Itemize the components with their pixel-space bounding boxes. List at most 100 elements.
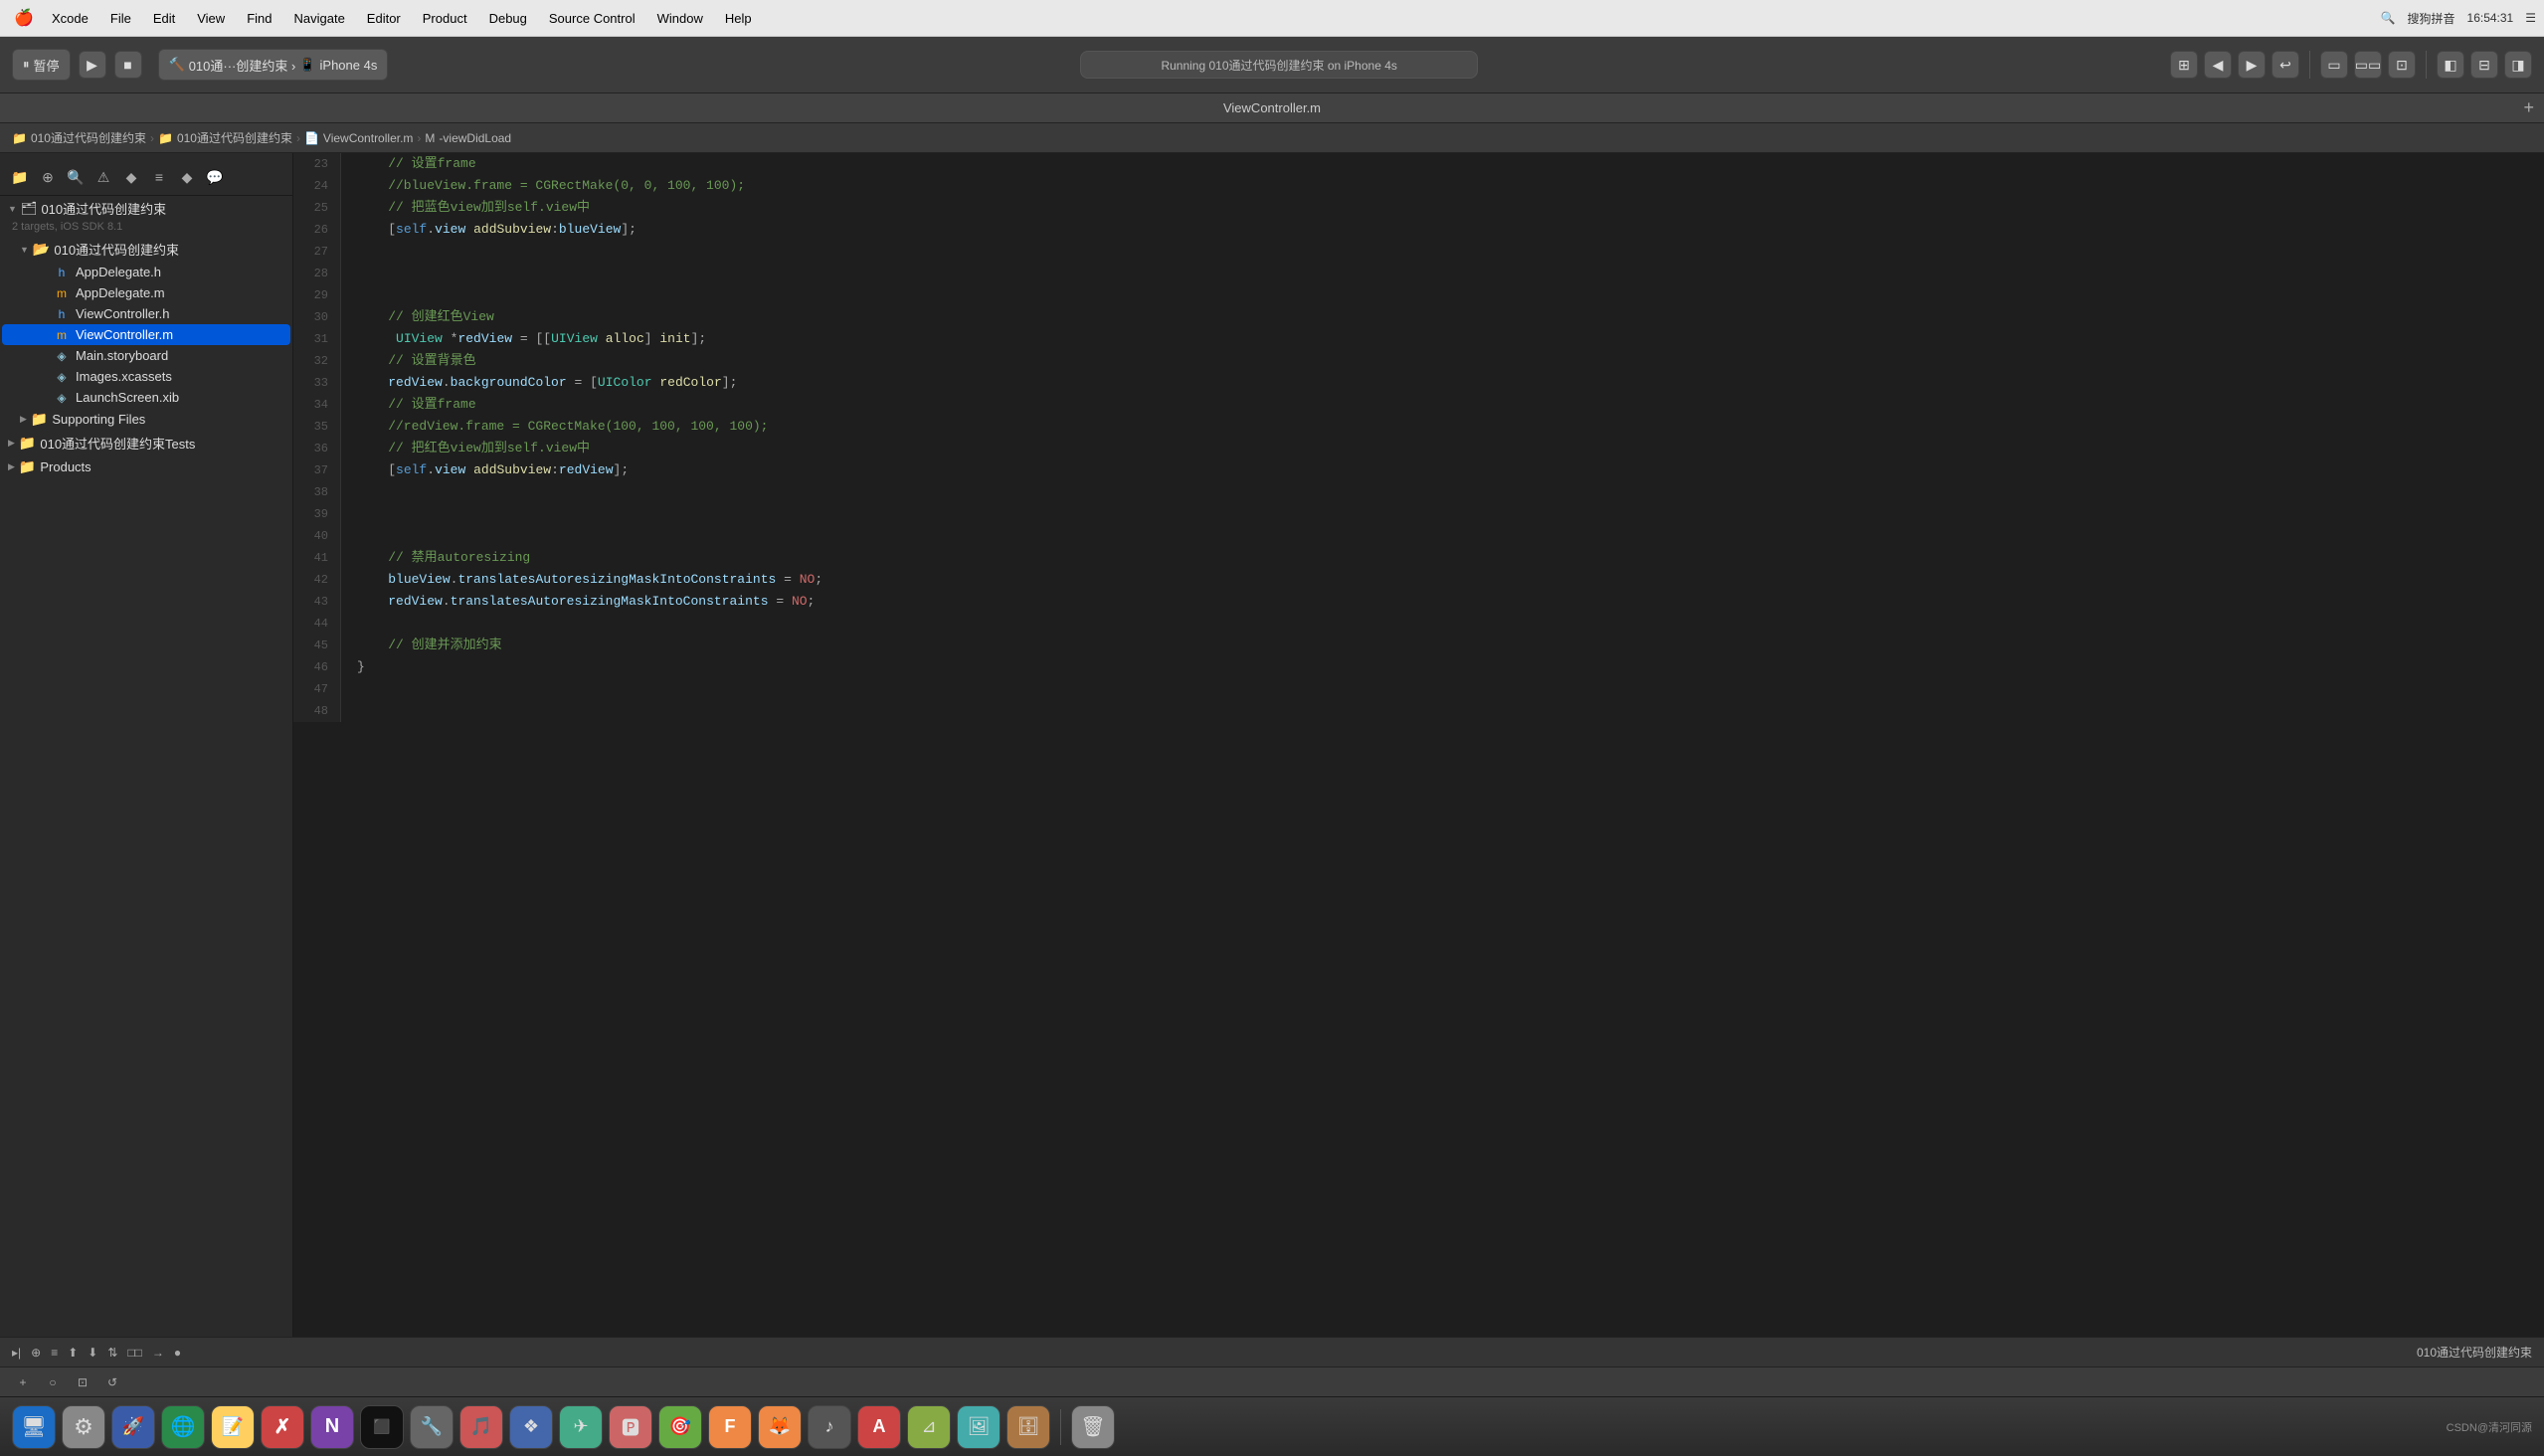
dock-preview[interactable]: 🖼 — [957, 1405, 1000, 1449]
dock-app3[interactable]: 🅿 — [609, 1405, 652, 1449]
sidebar-group-supporting[interactable]: ▶ 📁 Supporting Files — [0, 408, 292, 431]
breadcrumb-item-1[interactable]: 📁 010通过代码创建约束 — [158, 129, 292, 146]
build-stop-button[interactable]: ■ — [114, 51, 142, 79]
menu-help[interactable]: Help — [715, 7, 762, 30]
dock-app5[interactable]: 🦊 — [758, 1405, 802, 1449]
main-group-label: 010通过代码创建约束 — [54, 240, 179, 259]
split-editor-icon[interactable]: ▭▭ — [2354, 51, 2382, 79]
menu-source-control[interactable]: Source Control — [539, 7, 645, 30]
add-file-button[interactable]: + — [12, 1371, 34, 1393]
dock-tools[interactable]: 🔧 — [410, 1405, 454, 1449]
menu-edit[interactable]: Edit — [143, 7, 185, 30]
sidebar-item-launchscreen-xib[interactable]: ◈ LaunchScreen.xib — [2, 387, 290, 408]
code-editor[interactable]: 23 // 设置frame 24 //blueView.frame = CGRe… — [293, 153, 2544, 1337]
sidebar-source-icon[interactable]: ⊕ — [36, 165, 60, 189]
debug-layout-btn[interactable]: □□ — [127, 1346, 142, 1360]
scheme-selector[interactable]: 🔨 010通···创建约束 › 📱 iPhone 4s — [158, 49, 389, 81]
debug-toggle-icon[interactable]: ⊟ — [2470, 51, 2498, 79]
sidebar-test-icon[interactable]: ◆ — [119, 165, 143, 189]
dock-finder[interactable]: 🖥 — [12, 1405, 56, 1449]
menu-xcode[interactable]: Xcode — [42, 7, 98, 30]
breadcrumb-item-3[interactable]: M -viewDidLoad — [425, 131, 511, 145]
menu-window[interactable]: Window — [647, 7, 713, 30]
breadcrumb-item-0[interactable]: 📁 010通过代码创建约束 — [12, 129, 146, 146]
sidebar-navigator-icon[interactable]: 📁 — [8, 165, 32, 189]
apple-menu[interactable]: 🍎 — [8, 8, 40, 28]
dock-app4[interactable]: 🎯 — [658, 1405, 702, 1449]
sidebar-item-appdelegate-m[interactable]: m AppDelegate.m — [2, 282, 290, 303]
menu-bar: 🍎 Xcode File Edit View Find Navigate Edi… — [0, 0, 2544, 37]
sidebar-item-appdelegate-h[interactable]: h AppDelegate.h — [2, 262, 290, 282]
sidebar-project-root[interactable]: ▼ 🗂 010通过代码创建约束 — [0, 196, 292, 221]
dock-app8[interactable]: ⊿ — [907, 1405, 951, 1449]
menu-product[interactable]: Product — [413, 7, 477, 30]
line-content-33: redView.backgroundColor = [UIColor redCo… — [341, 372, 2544, 394]
breadcrumb-item-2[interactable]: 📄 ViewController.m — [304, 131, 413, 145]
dock-xcodeext[interactable]: ✗ — [261, 1405, 304, 1449]
sidebar-breakpoint-icon[interactable]: ◆ — [175, 165, 199, 189]
dock-music[interactable]: 🎵 — [459, 1405, 503, 1449]
line-content-41: // 禁用autoresizing — [341, 547, 2544, 569]
sidebar-group-main[interactable]: ▼ 📂 010通过代码创建约束 — [0, 237, 292, 262]
dock-onenote[interactable]: N — [310, 1405, 354, 1449]
single-editor-icon[interactable]: ▭ — [2320, 51, 2348, 79]
dock-trash[interactable]: 🗑 — [1071, 1405, 1115, 1449]
dock-app1[interactable]: ❖ — [509, 1405, 553, 1449]
code-line-27: 27 — [293, 241, 2544, 263]
line-num-41: 41 — [293, 547, 341, 569]
menu-file[interactable]: File — [100, 7, 141, 30]
file-name-appdelegate-h: AppDelegate.h — [76, 265, 282, 279]
sidebar-group-tests[interactable]: ▶ 📁 010通过代码创建约束Tests — [0, 431, 292, 455]
sidebar-item-main-storyboard[interactable]: ◈ Main.storyboard — [2, 345, 290, 366]
debug-list-btn[interactable]: ≡ — [51, 1346, 58, 1360]
history-button[interactable]: ○ — [42, 1371, 64, 1393]
dock-terminal[interactable]: ⬛ — [360, 1405, 404, 1449]
dock-safari[interactable]: 🌐 — [161, 1405, 205, 1449]
sidebar-report-icon[interactable]: 💬 — [203, 165, 227, 189]
version-editor-icon[interactable]: ⊡ — [2388, 51, 2416, 79]
debug-step-out-btn[interactable]: ⇅ — [107, 1346, 117, 1360]
nav-forward-icon[interactable]: ▶ — [2238, 51, 2266, 79]
menu-navigate[interactable]: Navigate — [283, 7, 354, 30]
sidebar-debug-icon[interactable]: ≡ — [147, 165, 171, 189]
refresh-button[interactable]: ↺ — [101, 1371, 123, 1393]
menu-view[interactable]: View — [187, 7, 235, 30]
debug-continue-btn[interactable]: ▸| — [12, 1346, 21, 1360]
run-button[interactable]: ▶ — [79, 51, 106, 79]
layout-grid-icon[interactable]: ⊞ — [2170, 51, 2198, 79]
active-tab-title[interactable]: ViewController.m — [1223, 100, 1321, 115]
debug-record-btn[interactable]: ● — [174, 1346, 181, 1360]
dock-app6[interactable]: ♪ — [808, 1405, 851, 1449]
filter-button[interactable]: ⊡ — [72, 1371, 93, 1393]
sidebar-warning-icon[interactable]: ⚠ — [91, 165, 115, 189]
nav-home-icon[interactable]: ↩ — [2271, 51, 2299, 79]
dock-notes[interactable]: 📝 — [211, 1405, 255, 1449]
stop-button[interactable]: ⏸ 暂停 — [12, 49, 71, 81]
dock-filezilla[interactable]: F — [708, 1405, 752, 1449]
sidebar-item-viewcontroller-h[interactable]: h ViewController.h — [2, 303, 290, 324]
sidebar-search-icon[interactable]: 🔍 — [64, 165, 88, 189]
menu-icon[interactable]: ☰ — [2525, 11, 2536, 25]
dock-sysprefs[interactable]: ⚙ — [62, 1405, 105, 1449]
dock-app9[interactable]: 🗄 — [1006, 1405, 1050, 1449]
nav-back-icon[interactable]: ◀ — [2204, 51, 2232, 79]
sidebar-item-viewcontroller-m[interactable]: m ViewController.m — [2, 324, 290, 345]
dock-app2[interactable]: ✈ — [559, 1405, 603, 1449]
inspector-toggle-icon[interactable]: ◨ — [2504, 51, 2532, 79]
menu-find[interactable]: Find — [237, 7, 281, 30]
code-line-35: 35 //redView.frame = CGRectMake(100, 100… — [293, 416, 2544, 438]
debug-step-into-btn[interactable]: ⬇ — [88, 1346, 97, 1360]
sidebar-group-products[interactable]: ▶ 📁 Products — [0, 455, 292, 478]
menu-editor[interactable]: Editor — [357, 7, 411, 30]
add-tab-button[interactable]: + — [2523, 97, 2534, 118]
navigator-toggle-icon[interactable]: ◧ — [2437, 51, 2464, 79]
debug-location-btn[interactable]: → — [152, 1346, 164, 1360]
dock-app7[interactable]: A — [857, 1405, 901, 1449]
dock-launchpad[interactable]: 🚀 — [111, 1405, 155, 1449]
debug-step-over-btn[interactable]: ⬆ — [68, 1346, 78, 1360]
input-method-icon[interactable]: 🔍 — [2381, 11, 2396, 25]
menu-debug[interactable]: Debug — [479, 7, 537, 30]
debug-add-btn[interactable]: ⊕ — [31, 1346, 41, 1360]
breadcrumb: 📁 010通过代码创建约束 › 📁 010通过代码创建约束 › 📄 ViewCo… — [0, 123, 2544, 153]
sidebar-item-images-xcassets[interactable]: ◈ Images.xcassets — [2, 366, 290, 387]
